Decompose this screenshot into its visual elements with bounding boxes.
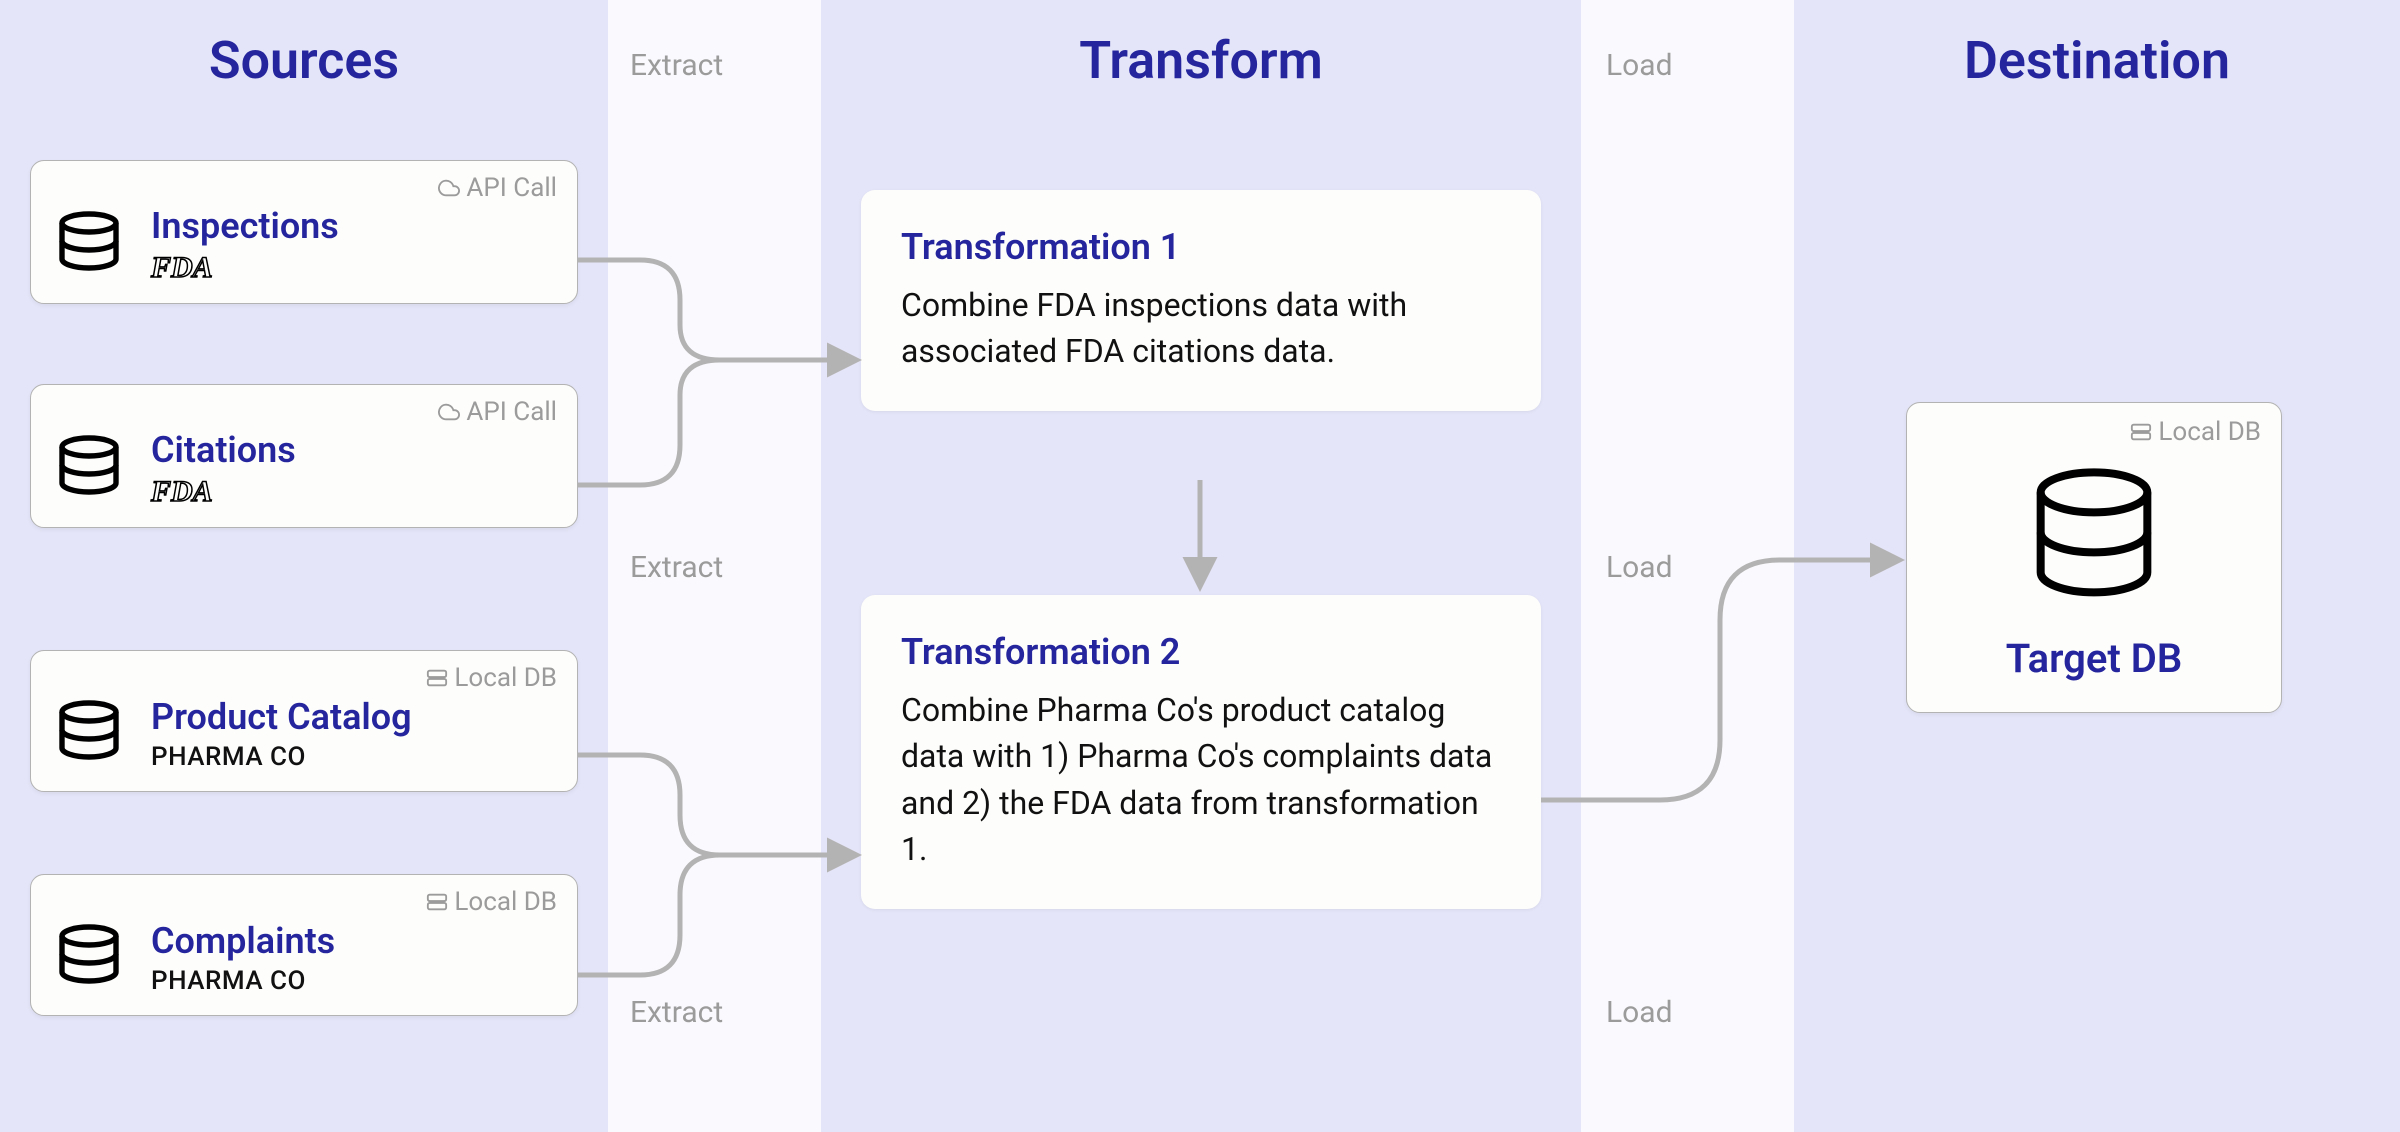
transform-desc: Combine FDA inspections data with associ… [901, 282, 1501, 375]
gap-label-load-top: Load [1606, 48, 1673, 83]
server-icon [2130, 421, 2152, 443]
badge-label: Local DB [454, 663, 557, 693]
transform-card-1: Transformation 1 Combine FDA inspections… [861, 190, 1541, 411]
database-icon [53, 921, 125, 997]
gap-label-extract-bottom: Extract [630, 995, 723, 1030]
etl-diagram: Sources Transform Destination Extract Ex… [0, 0, 2400, 1132]
source-title: Complaints [151, 922, 335, 962]
source-subtitle: PHARMA CO [151, 966, 335, 996]
gap-label-load-bottom: Load [1606, 995, 1673, 1030]
badge-local-db: Local DB [426, 887, 557, 917]
column-title-destination: Destination [1794, 30, 2400, 91]
transform-title: Transformation 2 [901, 631, 1501, 673]
destination-card: Local DB Target DB [1906, 402, 2282, 713]
transform-title: Transformation 1 [901, 226, 1501, 268]
gap-label-extract-mid: Extract [630, 550, 723, 585]
source-title: Inspections [151, 207, 339, 247]
database-icon [53, 432, 125, 508]
server-icon [426, 667, 448, 689]
database-icon [53, 208, 125, 284]
source-subtitle: PHARMA CO [151, 742, 412, 772]
badge-local-db: Local DB [2130, 417, 2261, 447]
source-title: Product Catalog [151, 698, 412, 738]
transform-desc: Combine Pharma Co's product catalog data… [901, 687, 1501, 873]
badge-api-call: API Call [438, 173, 557, 203]
destination-title: Target DB [1935, 635, 2253, 682]
gap-label-load-mid: Load [1606, 550, 1673, 585]
column-title-transform: Transform [821, 30, 1581, 91]
badge-label: API Call [466, 173, 557, 203]
source-card-product-catalog: Local DB Product Catalog PHARMA CO [30, 650, 578, 792]
database-icon [53, 697, 125, 773]
gap-label-extract-top: Extract [630, 48, 723, 83]
column-transform: Transform [821, 0, 1581, 1132]
cloud-icon [438, 177, 460, 199]
column-title-sources: Sources [0, 30, 608, 91]
source-card-citations: API Call Citations FDA [30, 384, 578, 528]
badge-label: API Call [466, 397, 557, 427]
source-subtitle-fda: FDA [151, 475, 296, 509]
source-title: Citations [151, 431, 296, 471]
badge-label: Local DB [2158, 417, 2261, 447]
transform-card-2: Transformation 2 Combine Pharma Co's pro… [861, 595, 1541, 909]
source-card-inspections: API Call Inspections FDA [30, 160, 578, 304]
source-card-complaints: Local DB Complaints PHARMA CO [30, 874, 578, 1016]
server-icon [426, 891, 448, 913]
database-icon-large [1935, 429, 2253, 623]
badge-local-db: Local DB [426, 663, 557, 693]
source-subtitle-fda: FDA [151, 251, 339, 285]
badge-label: Local DB [454, 887, 557, 917]
badge-api-call: API Call [438, 397, 557, 427]
cloud-icon [438, 401, 460, 423]
